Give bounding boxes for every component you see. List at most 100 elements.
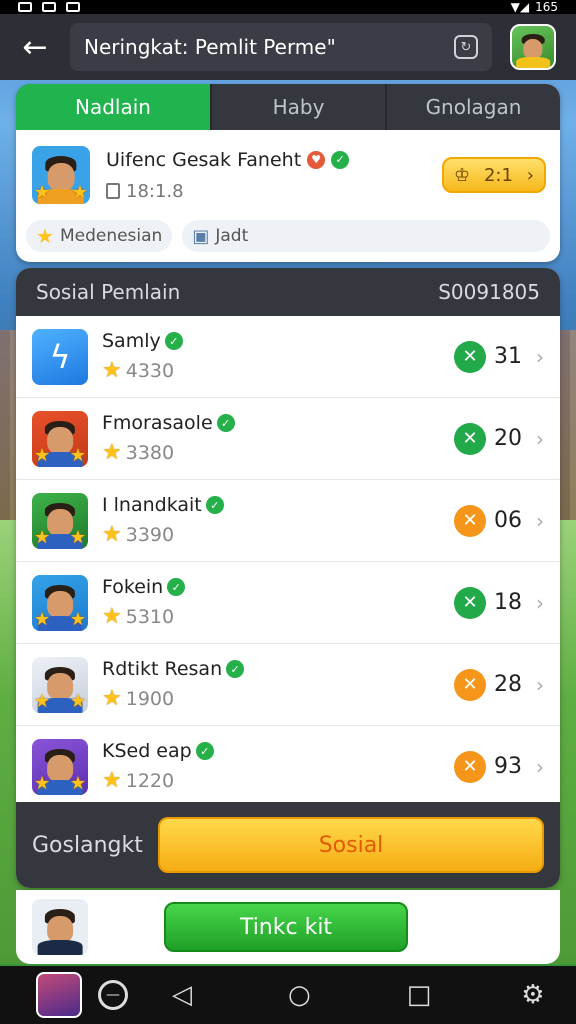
check-badge-icon: ✓ xyxy=(167,578,186,596)
player-score: 4330 xyxy=(125,359,175,382)
social-title: Sosial Pemlain xyxy=(36,280,181,304)
chevron-right-icon: › xyxy=(526,164,534,186)
check-badge-icon: ✓ xyxy=(195,742,214,760)
rank-button[interactable]: ♔ 2:1 › xyxy=(442,157,546,193)
tab-gnolagan[interactable]: Gnolagan xyxy=(387,84,560,130)
profile-name: Uifenc Gesak Faneht xyxy=(106,148,302,171)
player-row[interactable]: ★ ★ I lnandkait ✓ ★ 3390 ✕ 06 › xyxy=(16,480,560,562)
system-nav-bar: — ◁ ○ □ ⚙ xyxy=(0,966,576,1024)
chevron-right-icon: › xyxy=(536,672,544,697)
player-row[interactable]: ★ ★ Rdtikt Resan ✓ ★ 1900 ✕ 28 › xyxy=(16,644,560,726)
player-score-row: ★ 5310 xyxy=(102,604,454,629)
player-name-row: Samly ✓ xyxy=(102,330,454,352)
settings-gear-icon[interactable]: ⚙ xyxy=(521,980,544,1010)
green-status-icon: ✕ xyxy=(454,422,486,455)
star-icon: ★ xyxy=(102,686,122,711)
chevron-right-icon: › xyxy=(536,508,544,533)
player-info: Rdtikt Resan ✓ ★ 1900 xyxy=(102,658,454,711)
clock-text: 165 xyxy=(535,0,558,14)
notification-icon xyxy=(42,2,56,12)
player-row[interactable]: ϟ Samly ✓ ★ 4330 ✕ 31 › xyxy=(16,316,560,398)
star-icon: ★ xyxy=(34,182,51,203)
player-score-row: ★ 1900 xyxy=(102,686,454,711)
profile-card: Nadlain Haby Gnolagan ★ ★ Uifenc Gesak F… xyxy=(16,84,560,262)
chevron-right-icon: › xyxy=(536,426,544,451)
player-score-row: ★ 3390 xyxy=(102,522,454,547)
player-value: 93 xyxy=(494,754,522,779)
profile-name-row: Uifenc Gesak Faneht ♥ ✓ xyxy=(106,149,442,171)
social-footer: Goslangkt Sosial xyxy=(16,802,560,888)
star-icon: ★ xyxy=(102,768,122,793)
app-shortcut-avatar[interactable] xyxy=(36,972,82,1018)
lightning-app-icon: ϟ xyxy=(30,326,90,387)
orange-status-icon: ✕ xyxy=(454,750,486,783)
check-badge-icon: ✓ xyxy=(216,414,235,432)
star-icon: ★ xyxy=(102,358,122,383)
star-icon: ★ xyxy=(69,772,86,794)
player-row[interactable]: ★ ★ KSed eap ✓ ★ 1220 ✕ 93 › xyxy=(16,726,560,808)
player-avatar: ★ ★ xyxy=(30,736,90,797)
star-icon: ★ xyxy=(102,604,122,629)
star-icon: ★ xyxy=(102,440,122,465)
image-icon: ▣ xyxy=(192,225,210,247)
player-status: ✕ 31 › xyxy=(454,340,546,373)
player-name: I lnandkait xyxy=(102,494,202,516)
home-nav-icon[interactable]: ○ xyxy=(288,980,311,1010)
player-status: ✕ 93 › xyxy=(454,750,546,783)
orange-status-icon: ✕ xyxy=(454,504,486,537)
player-info: I lnandkait ✓ ★ 3390 xyxy=(102,494,454,547)
chevron-right-icon: › xyxy=(536,754,544,779)
chip-label: Jadt xyxy=(215,226,249,246)
search-input[interactable]: Neringkat: Pemlit Perme" ↻ xyxy=(70,23,492,71)
player-row[interactable]: ★ ★ Fokein ✓ ★ 5310 ✕ 18 › xyxy=(16,562,560,644)
player-score-row: ★ 4330 xyxy=(102,358,454,383)
status-icons-right: ▼◢ 165 xyxy=(511,0,558,14)
social-header: Sosial Pemlain S0091805 xyxy=(16,268,560,316)
user-avatar[interactable] xyxy=(510,24,556,70)
player-status: ✕ 28 › xyxy=(454,668,546,701)
chevron-right-icon: › xyxy=(536,590,544,615)
player-name-row: KSed eap ✓ xyxy=(102,740,454,762)
player-value: 28 xyxy=(494,672,522,697)
tab-haby[interactable]: Haby xyxy=(212,84,387,130)
player-info: Fokein ✓ ★ 5310 xyxy=(102,576,454,629)
back-nav-icon[interactable]: ◁ xyxy=(172,980,192,1010)
chip-jadt[interactable]: ▣ Jadt xyxy=(182,220,550,252)
recents-nav-icon[interactable]: □ xyxy=(407,980,432,1010)
star-icon: ★ xyxy=(34,772,51,794)
star-icon: ★ xyxy=(102,522,122,547)
status-icons-left xyxy=(18,2,80,12)
refresh-icon[interactable]: ↻ xyxy=(454,35,478,59)
invite-card: Tinkc kit xyxy=(16,890,560,964)
notification-icon xyxy=(18,2,32,12)
player-info: Samly ✓ ★ 4330 xyxy=(102,330,454,383)
profile-time: 18:1.8 xyxy=(126,180,184,202)
invite-button[interactable]: Tinkc kit xyxy=(164,902,408,952)
tab-nadlain[interactable]: Nadlain xyxy=(16,84,212,130)
player-list: ϟ Samly ✓ ★ 4330 ✕ 31 › ★ ★ Fmorasaole ✓… xyxy=(16,316,560,808)
timer-icon xyxy=(106,183,120,199)
player-score: 5310 xyxy=(125,605,175,628)
player-name: Rdtikt Resan xyxy=(102,658,223,680)
star-icon: ★ xyxy=(69,690,86,712)
star-icon: ★ xyxy=(34,690,51,712)
profile-row[interactable]: ★ ★ Uifenc Gesak Faneht ♥ ✓ 18:1.8 ♔ 2:1… xyxy=(16,130,560,220)
minus-circle-icon[interactable]: — xyxy=(98,980,128,1010)
player-value: 18 xyxy=(494,590,522,615)
back-button[interactable]: ← xyxy=(0,14,70,80)
player-avatar: ★ ★ xyxy=(30,490,90,551)
tab-bar: Nadlain Haby Gnolagan xyxy=(16,84,560,130)
chip-medenesian[interactable]: ★ Medenesian xyxy=(26,220,173,252)
social-button[interactable]: Sosial xyxy=(158,817,544,873)
orange-status-icon: ✕ xyxy=(454,668,486,701)
player-name-row: Fokein ✓ xyxy=(102,576,454,598)
star-icon: ★ xyxy=(34,608,51,630)
status-bar: ▼◢ 165 xyxy=(0,0,576,14)
star-icon: ★ xyxy=(34,444,51,466)
signal-icon: ▼◢ xyxy=(510,0,530,14)
star-icon: ★ xyxy=(69,608,86,630)
arrow-left-icon: ← xyxy=(22,29,48,65)
player-avatar: ★ ★ xyxy=(30,572,90,633)
player-score-row: ★ 1220 xyxy=(102,768,454,793)
player-row[interactable]: ★ ★ Fmorasaole ✓ ★ 3380 ✕ 20 › xyxy=(16,398,560,480)
